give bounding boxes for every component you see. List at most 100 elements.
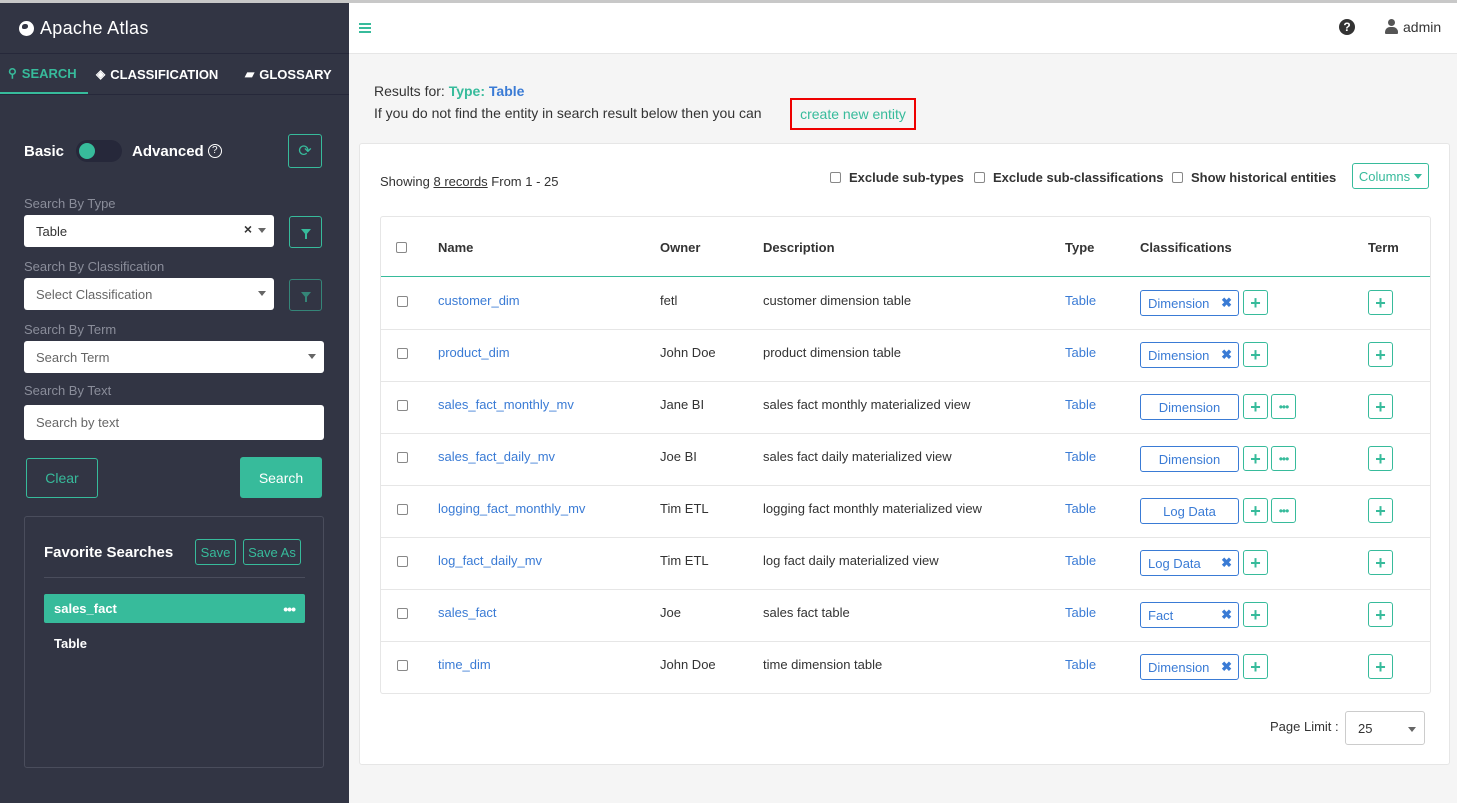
page-limit-select[interactable]: 25 xyxy=(1345,711,1425,745)
basic-label: Basic xyxy=(24,142,65,160)
exclude-subtypes-checkbox[interactable] xyxy=(830,172,841,183)
add-term-button[interactable]: + xyxy=(1368,550,1393,575)
clear-selection-icon[interactable]: × xyxy=(244,221,252,237)
user-menu[interactable]: admin xyxy=(1385,19,1441,35)
entity-type-link[interactable]: Table xyxy=(1065,657,1096,672)
classification-tag[interactable]: Fact ✖ xyxy=(1140,602,1239,628)
row-checkbox[interactable] xyxy=(397,400,408,411)
entity-name-link[interactable]: sales_fact xyxy=(438,605,497,620)
entity-type-link[interactable]: Table xyxy=(1065,605,1096,620)
refresh-button[interactable]: ⟳ xyxy=(288,134,322,168)
select-all-checkbox[interactable] xyxy=(396,242,407,253)
show-historical-option[interactable]: Show historical entities xyxy=(1172,170,1336,185)
add-classification-button[interactable]: + xyxy=(1243,498,1268,523)
entity-type-link[interactable]: Table xyxy=(1065,293,1096,308)
search-text-input[interactable] xyxy=(24,405,324,440)
save-as-button[interactable]: Save As xyxy=(243,539,301,565)
records-count[interactable]: 8 records xyxy=(433,174,487,189)
add-classification-button[interactable]: + xyxy=(1243,290,1268,315)
more-classifications-button[interactable]: ••• xyxy=(1271,446,1296,471)
show-historical-checkbox[interactable] xyxy=(1172,172,1183,183)
remove-classification-icon[interactable]: ✖ xyxy=(1221,555,1232,571)
type-select[interactable]: Table × xyxy=(24,215,274,247)
entity-name-link[interactable]: logging_fact_monthly_mv xyxy=(438,501,585,516)
header-type[interactable]: Type xyxy=(1065,240,1094,255)
more-classifications-button[interactable]: ••• xyxy=(1271,394,1296,419)
classification-select[interactable]: Select Classification xyxy=(24,278,274,310)
row-checkbox[interactable] xyxy=(397,296,408,307)
classification-tag[interactable]: Log Data ✖ xyxy=(1140,550,1239,576)
row-checkbox[interactable] xyxy=(397,348,408,359)
add-classification-button[interactable]: + xyxy=(1243,394,1268,419)
add-term-button[interactable]: + xyxy=(1368,602,1393,627)
exclude-subclassifications-option[interactable]: Exclude sub-classifications xyxy=(974,170,1164,185)
add-term-button[interactable]: + xyxy=(1368,394,1393,419)
classification-tag[interactable]: Dimension xyxy=(1140,394,1239,420)
exclude-subclassifications-checkbox[interactable] xyxy=(974,172,985,183)
favorite-item-table[interactable]: Table xyxy=(44,629,305,658)
clear-button[interactable]: Clear xyxy=(26,458,98,498)
exclude-subtypes-option[interactable]: Exclude sub-types xyxy=(830,170,964,185)
header-classifications[interactable]: Classifications xyxy=(1140,240,1232,255)
ellipsis-icon[interactable]: ••• xyxy=(283,601,296,617)
row-checkbox[interactable] xyxy=(397,608,408,619)
entity-name-link[interactable]: sales_fact_daily_mv xyxy=(438,449,555,464)
more-classifications-button[interactable]: ••• xyxy=(1271,498,1296,523)
help-icon[interactable]: ? xyxy=(1339,19,1355,35)
entity-name-link[interactable]: log_fact_daily_mv xyxy=(438,553,542,568)
entity-name-link[interactable]: customer_dim xyxy=(438,293,520,308)
add-classification-button[interactable]: + xyxy=(1243,550,1268,575)
type-filter-button[interactable] xyxy=(289,216,322,248)
columns-button[interactable]: Columns xyxy=(1352,163,1429,189)
add-term-button[interactable]: + xyxy=(1368,654,1393,679)
row-checkbox[interactable] xyxy=(397,660,408,671)
header-name[interactable]: Name xyxy=(438,240,473,255)
header-term[interactable]: Term xyxy=(1368,240,1399,255)
add-classification-button[interactable]: + xyxy=(1243,602,1268,627)
add-classification-button[interactable]: + xyxy=(1243,446,1268,471)
classification-label: Log Data xyxy=(1163,503,1216,519)
header-description[interactable]: Description xyxy=(763,240,835,255)
row-checkbox[interactable] xyxy=(397,556,408,567)
add-term-button[interactable]: + xyxy=(1368,342,1393,367)
add-term-button[interactable]: + xyxy=(1368,446,1393,471)
basic-advanced-switch[interactable] xyxy=(76,140,123,162)
entity-name-link[interactable]: sales_fact_monthly_mv xyxy=(438,397,574,412)
row-checkbox[interactable] xyxy=(397,504,408,515)
tab-classification[interactable]: ◈ CLASSIFICATION xyxy=(88,54,236,94)
records-summary: Showing 8 records From 1 - 25 xyxy=(380,174,558,189)
entity-name-link[interactable]: product_dim xyxy=(438,345,510,360)
favorite-item-sales-fact[interactable]: sales_fact ••• xyxy=(44,594,305,623)
question-circle-icon[interactable]: ? xyxy=(207,144,222,158)
entity-type-link[interactable]: Table xyxy=(1065,397,1096,412)
add-term-button[interactable]: + xyxy=(1368,498,1393,523)
search-button[interactable]: Search xyxy=(240,457,322,498)
add-classification-button[interactable]: + xyxy=(1243,654,1268,679)
entity-type-link[interactable]: Table xyxy=(1065,449,1096,464)
add-term-button[interactable]: + xyxy=(1368,290,1393,315)
brand[interactable]: Apache Atlas xyxy=(0,3,349,54)
row-checkbox[interactable] xyxy=(397,452,408,463)
classification-tag[interactable]: Dimension ✖ xyxy=(1140,290,1239,316)
classification-tag[interactable]: Dimension ✖ xyxy=(1140,342,1239,368)
classification-tag[interactable]: Dimension xyxy=(1140,446,1239,472)
header-owner[interactable]: Owner xyxy=(660,240,700,255)
classification-tag[interactable]: Log Data xyxy=(1140,498,1239,524)
remove-classification-icon[interactable]: ✖ xyxy=(1221,347,1232,363)
entity-type-link[interactable]: Table xyxy=(1065,553,1096,568)
create-new-entity-link[interactable]: create new entity xyxy=(790,98,916,130)
tab-glossary[interactable]: ▰ GLOSSARY xyxy=(236,54,349,94)
remove-classification-icon[interactable]: ✖ xyxy=(1221,607,1232,623)
save-button[interactable]: Save xyxy=(195,539,236,565)
add-classification-button[interactable]: + xyxy=(1243,342,1268,367)
term-select[interactable]: Search Term xyxy=(24,341,324,373)
entity-name-link[interactable]: time_dim xyxy=(438,657,491,672)
tab-search[interactable]: ⚲ SEARCH xyxy=(0,54,88,94)
classification-filter-button[interactable] xyxy=(289,279,322,311)
entity-type-link[interactable]: Table xyxy=(1065,501,1096,516)
remove-classification-icon[interactable]: ✖ xyxy=(1221,659,1232,675)
remove-classification-icon[interactable]: ✖ xyxy=(1221,295,1232,311)
classification-tag[interactable]: Dimension ✖ xyxy=(1140,654,1239,680)
hamburger-menu-icon[interactable] xyxy=(359,23,371,33)
entity-type-link[interactable]: Table xyxy=(1065,345,1096,360)
